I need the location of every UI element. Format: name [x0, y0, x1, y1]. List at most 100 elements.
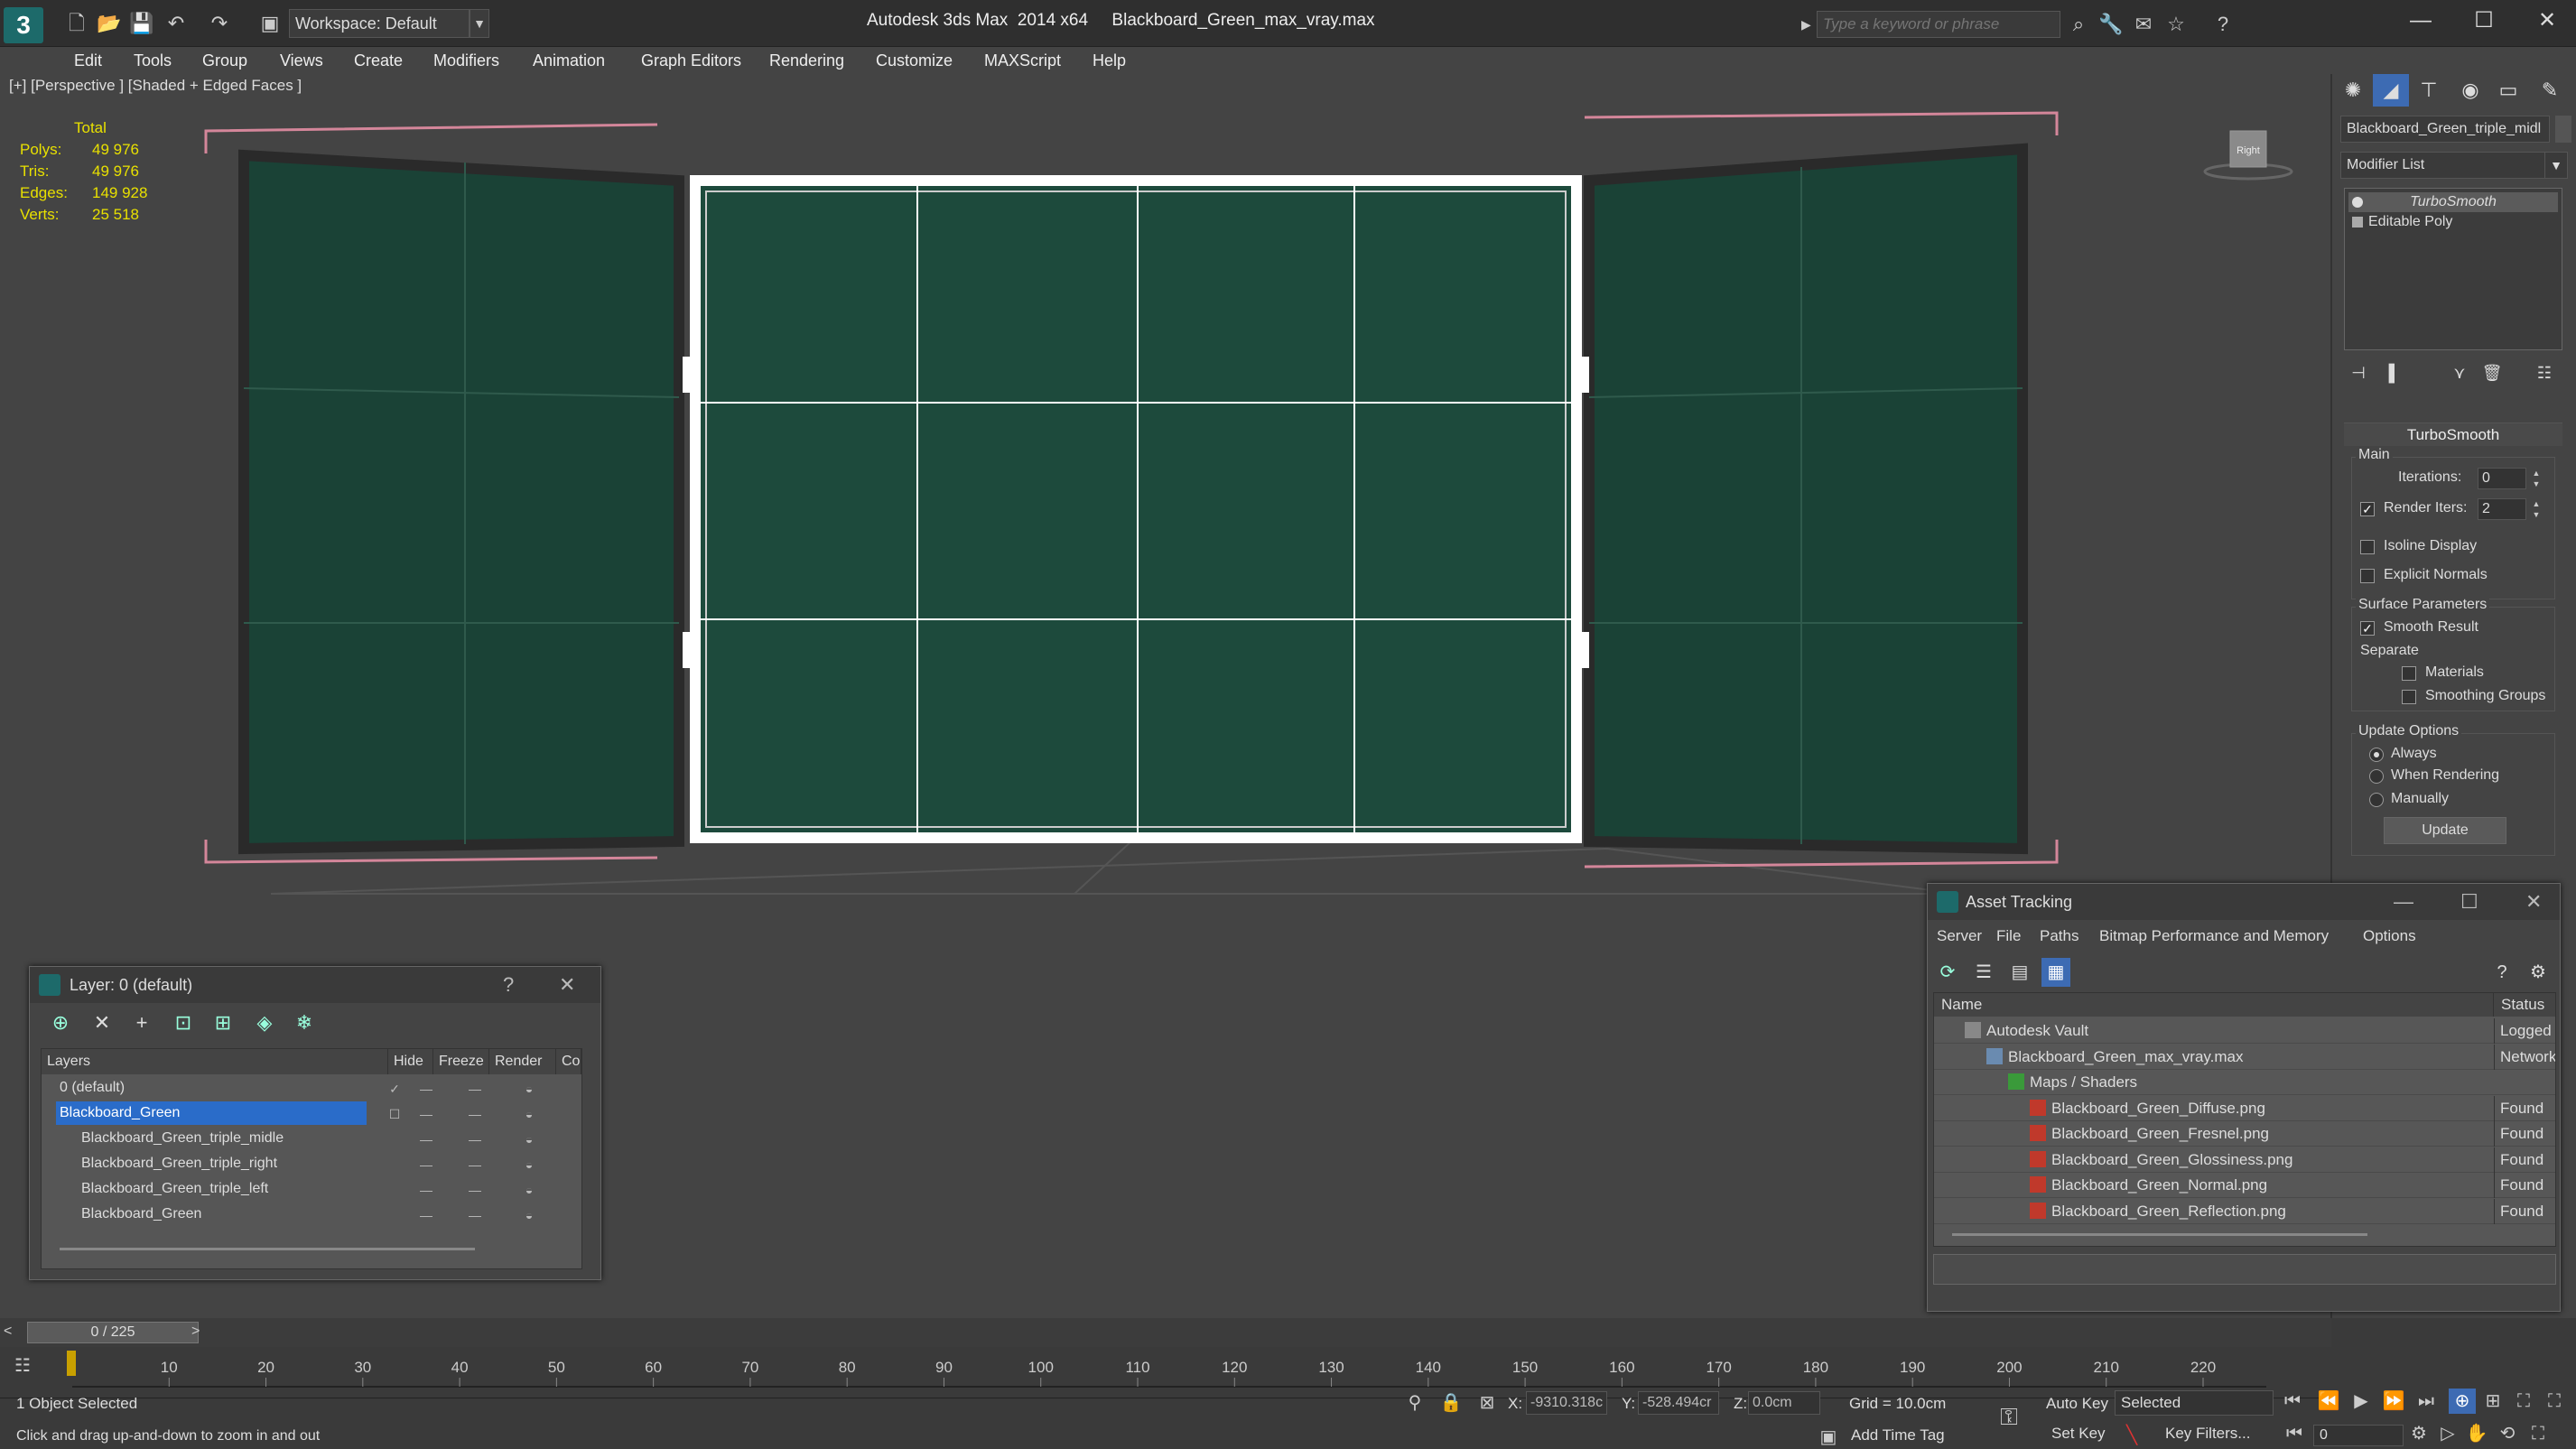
viewcube-icon[interactable]: Right [2203, 122, 2293, 185]
layer-name[interactable]: Blackboard_Green_triple_midle [78, 1127, 284, 1150]
column-status[interactable]: Status [2494, 993, 2555, 1017]
layer-freeze-toggle[interactable]: — [457, 1101, 493, 1127]
make-unique-icon[interactable]: ⋎ [2445, 359, 2474, 386]
layer-current-indicator[interactable] [388, 1203, 401, 1228]
redo-icon[interactable]: ↷ [206, 11, 233, 36]
selection-set-dropdown[interactable]: Selected [2115, 1390, 2274, 1416]
asset-name[interactable]: Blackboard_Green_Fresnel.png [2051, 1125, 2269, 1142]
asset-name[interactable]: Blackboard_Green_Glossiness.png [2051, 1151, 2292, 1168]
layer-row[interactable]: Blackboard_Green — — ◒ [42, 1203, 581, 1228]
maximize-viewport-icon[interactable]: ⛶ [2525, 1421, 2552, 1446]
previous-frame-icon[interactable]: ⏪ [2315, 1389, 2342, 1414]
z-coordinate-field[interactable]: 0.0cm [1748, 1391, 1820, 1415]
menu-customize[interactable]: Customize [872, 47, 956, 74]
project-folder-icon[interactable]: ▣ [256, 11, 284, 36]
layer-name[interactable]: Blackboard_Green [56, 1101, 367, 1125]
materials-checkbox[interactable] [2402, 666, 2416, 681]
zoom-icon[interactable]: ⊕ [2449, 1389, 2476, 1414]
asset-row[interactable]: Maps / Shaders [1934, 1070, 2555, 1095]
play-icon[interactable]: ▶ [2348, 1389, 2375, 1414]
layer-render-icon[interactable]: ◒ [511, 1152, 547, 1177]
menu-tools[interactable]: Tools [130, 47, 175, 74]
utilities-tab-icon[interactable]: ✎ [2532, 74, 2568, 107]
layer-hide-all-icon[interactable]: ◈ [250, 1008, 279, 1037]
menu-views[interactable]: Views [276, 47, 327, 74]
layer-hide-toggle[interactable]: — [408, 1076, 444, 1101]
workspace-dropdown[interactable]: Workspace: Default [289, 9, 470, 38]
go-to-start-icon[interactable]: ⏮ [2279, 1389, 2306, 1414]
layer-highlight-icon[interactable]: ⊞ [209, 1008, 237, 1037]
smoothing-groups-checkbox[interactable] [2402, 690, 2416, 704]
add-time-tag[interactable]: Add Time Tag [1851, 1426, 1945, 1444]
favorites-star-icon[interactable]: ☆ [2162, 11, 2190, 38]
minimize-button[interactable]: — [2389, 0, 2452, 42]
layer-render-icon[interactable]: ◒ [511, 1101, 547, 1127]
asset-row[interactable]: Blackboard_Green_Diffuse.png Found [1934, 1095, 2555, 1121]
modifier-list-arrow-icon[interactable]: ▼ [2544, 152, 2568, 179]
isoline-display-checkbox[interactable] [2360, 540, 2375, 554]
layer-name[interactable]: Blackboard_Green_triple_left [78, 1177, 268, 1201]
menu-maxscript[interactable]: MAXScript [981, 47, 1065, 74]
layer-row[interactable]: Blackboard_Green ☐ — — ◒ [42, 1101, 581, 1127]
zoom-extents-icon[interactable]: ⛶ [2510, 1389, 2537, 1414]
asset-name[interactable]: Autodesk Vault [1986, 1022, 2088, 1039]
layer-render-icon[interactable]: ◒ [511, 1203, 547, 1228]
show-end-result-icon[interactable]: ▌ [2380, 359, 2409, 386]
timeline-ruler[interactable]: 10 20 30 40 50 60 70 80 90 100 110 120 130 140 150 160 1… [54, 1347, 2311, 1398]
smooth-result-checkbox[interactable]: ✓ [2360, 621, 2375, 636]
default-tangent-icon[interactable]: ╲ [2118, 1423, 2145, 1448]
object-name-field[interactable]: Blackboard_Green_triple_midl [2340, 116, 2550, 143]
asset-name[interactable]: Blackboard_Green_Reflection.png [2051, 1203, 2286, 1220]
turbosmooth-rollout-title[interactable]: TurboSmooth [2344, 423, 2562, 446]
time-slider-thumb[interactable]: 0 / 225 [27, 1322, 199, 1343]
undo-icon[interactable]: ↶ [163, 11, 190, 36]
iterations-input[interactable]: 0 [2478, 468, 2526, 489]
layer-hide-toggle[interactable]: — [408, 1152, 444, 1177]
asset-name[interactable]: Blackboard_Green_max_vray.max [2008, 1048, 2243, 1065]
column-freeze[interactable]: Freeze [433, 1049, 489, 1074]
column-hide[interactable]: Hide [388, 1049, 433, 1074]
layer-current-indicator[interactable]: ✓ [388, 1076, 401, 1101]
zoom-all-icon[interactable]: ⊞ [2479, 1389, 2506, 1414]
hierarchy-tab-icon[interactable]: ⊤ [2411, 74, 2447, 107]
configure-sets-icon[interactable]: ☷ [2530, 359, 2559, 386]
go-to-end-icon[interactable]: ⏭ [2413, 1389, 2440, 1414]
zoom-extents-all-icon[interactable]: ⛶ [2541, 1389, 2568, 1414]
motion-tab-icon[interactable]: ◉ [2452, 74, 2488, 107]
layer-close-button[interactable]: ✕ [559, 967, 575, 1003]
close-button[interactable]: ✕ [2516, 0, 2576, 42]
stack-item-editable-poly[interactable]: Editable Poly [2348, 212, 2558, 232]
open-file-icon[interactable]: 📂 [96, 11, 123, 36]
menu-edit[interactable]: Edit [70, 47, 106, 74]
key-filters-button[interactable]: Key Filters... [2165, 1425, 2250, 1443]
explicit-normals-checkbox[interactable] [2360, 569, 2375, 583]
time-marker[interactable] [67, 1351, 76, 1376]
layer-row[interactable]: Blackboard_Green_triple_midle — — ◒ [42, 1127, 581, 1152]
workspace-dropdown-arrow-icon[interactable]: ▼ [470, 9, 489, 38]
time-next-icon[interactable]: > [191, 1320, 209, 1343]
manually-radio[interactable] [2369, 793, 2384, 807]
when-rendering-radio[interactable] [2369, 769, 2384, 784]
column-color[interactable]: Co [556, 1049, 581, 1074]
layer-name[interactable]: Blackboard_Green [78, 1203, 201, 1226]
help-icon[interactable]: ? [2209, 11, 2237, 38]
asset-scrollbar[interactable] [1952, 1233, 2367, 1236]
time-config-icon[interactable]: ⚙ [2405, 1421, 2432, 1446]
layer-render-icon[interactable]: ◒ [511, 1127, 547, 1152]
asset-menu-file[interactable]: File [1996, 924, 2021, 949]
set-key-button[interactable]: Set Key [2051, 1425, 2106, 1443]
layer-row[interactable]: 0 (default) ✓ — — ◒ [42, 1076, 581, 1101]
menu-rendering[interactable]: Rendering [766, 47, 848, 74]
menu-graph-editors[interactable]: Graph Editors [637, 47, 745, 74]
current-frame-field[interactable]: 0 [2313, 1425, 2404, 1446]
time-tag-icon[interactable]: ▣ [1815, 1425, 1842, 1449]
asset-table-view-icon[interactable]: ▦ [2041, 958, 2070, 987]
layer-render-icon[interactable]: ◒ [511, 1177, 547, 1203]
binoculars-icon[interactable]: ⌕ [2064, 11, 2093, 38]
modify-tab-icon[interactable]: ◢ [2373, 74, 2409, 107]
create-tab-icon[interactable]: ✺ [2335, 74, 2371, 107]
menu-group[interactable]: Group [199, 47, 251, 74]
asset-list-view-icon[interactable]: ☰ [1969, 958, 1998, 987]
search-input[interactable] [1817, 11, 2060, 38]
layer-freeze-toggle[interactable]: — [457, 1203, 493, 1228]
